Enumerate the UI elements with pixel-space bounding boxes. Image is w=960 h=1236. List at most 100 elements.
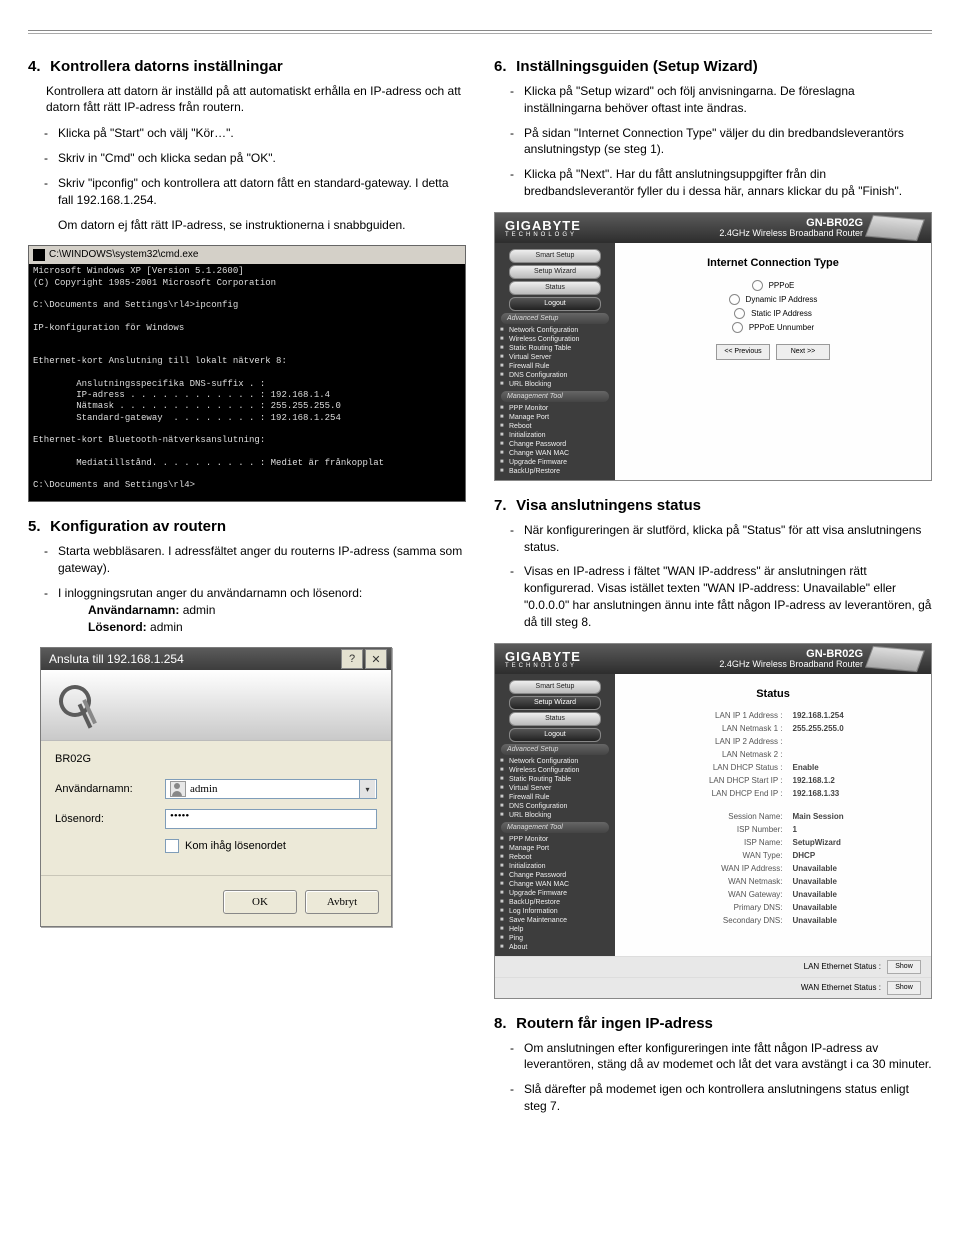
status-val: Unavailable bbox=[789, 863, 920, 874]
side2-logout[interactable]: Logout bbox=[509, 728, 601, 742]
sidebar-item[interactable]: About bbox=[495, 943, 615, 952]
sidebar-item[interactable]: Upgrade Firmware bbox=[495, 458, 615, 467]
section-6-title: Inställningsguiden (Setup Wizard) bbox=[516, 58, 758, 75]
status-val: Unavailable bbox=[789, 902, 920, 913]
wan-show-button[interactable]: Show bbox=[887, 981, 921, 995]
status-key: Primary DNS: bbox=[627, 902, 787, 913]
router-sidebar: Smart Setup Setup Wizard Status Logout A… bbox=[495, 243, 615, 480]
sidebar-item[interactable]: DNS Configuration bbox=[495, 371, 615, 380]
status-row: LAN DHCP Status :Enable bbox=[627, 762, 919, 773]
top-divider bbox=[28, 30, 932, 34]
sidebar-item[interactable]: Network Configuration bbox=[495, 326, 615, 335]
section-4-title: Kontrollera datorns inställningar bbox=[50, 58, 283, 75]
section-4-number: 4. bbox=[28, 58, 46, 75]
next-button[interactable]: Next >> bbox=[776, 344, 830, 360]
side-setup-wizard[interactable]: Setup Wizard bbox=[509, 265, 601, 279]
sidebar-item[interactable]: Save Maintenance bbox=[495, 916, 615, 925]
cred-pass-val: admin bbox=[150, 620, 183, 634]
sidebar-item[interactable]: Manage Port bbox=[495, 413, 615, 422]
sidebar-item[interactable]: BackUp/Restore bbox=[495, 898, 615, 907]
prev-button[interactable]: << Previous bbox=[716, 344, 770, 360]
sidebar-item[interactable]: Change WAN MAC bbox=[495, 449, 615, 458]
cmd-titlebar: C:\WINDOWS\system32\cmd.exe bbox=[29, 246, 465, 264]
sec7-item-1: När konfigureringen är slutförd, klicka … bbox=[494, 522, 932, 556]
sidebar-item[interactable]: URL Blocking bbox=[495, 811, 615, 820]
help-button[interactable]: ? bbox=[341, 649, 363, 669]
sidebar-item[interactable]: Help bbox=[495, 925, 615, 934]
sidebar-item[interactable]: Change Password bbox=[495, 871, 615, 880]
sidebar-item[interactable]: Reboot bbox=[495, 422, 615, 431]
router-topbar: GIGABYTE TECHNOLOGY GN-BR02G 2.4GHz Wire… bbox=[495, 213, 931, 243]
remember-row[interactable]: Kom ihåg lösenordet bbox=[165, 839, 377, 853]
sidebar-item[interactable]: PPP Monitor bbox=[495, 835, 615, 844]
sidebar-item[interactable]: Firewall Rule bbox=[495, 362, 615, 371]
section-7-title: Visa anslutningens status bbox=[516, 497, 701, 514]
side-logout[interactable]: Logout bbox=[509, 297, 601, 311]
sidebar-item[interactable]: Wireless Configuration bbox=[495, 335, 615, 344]
pass-label: Lösenord: bbox=[55, 813, 165, 825]
side-status[interactable]: Status bbox=[509, 281, 601, 295]
sidebar-item[interactable]: Network Configuration bbox=[495, 757, 615, 766]
router-brand: GIGABYTE TECHNOLOGY bbox=[505, 218, 581, 238]
sidebar-item[interactable]: Initialization bbox=[495, 862, 615, 871]
password-field[interactable]: ••••• bbox=[165, 809, 377, 829]
sidebar-item[interactable]: DNS Configuration bbox=[495, 802, 615, 811]
sidebar-item[interactable]: BackUp/Restore bbox=[495, 467, 615, 476]
sec4-item-3: Skriv "ipconfig" och kontrollera att dat… bbox=[28, 175, 466, 209]
status-val: 1 bbox=[789, 824, 920, 835]
side-smart-setup[interactable]: Smart Setup bbox=[509, 249, 601, 263]
status-val: Enable bbox=[789, 762, 920, 773]
section-8-title: Routern får ingen IP-adress bbox=[516, 1015, 713, 1032]
status-row: LAN IP 2 Address : bbox=[627, 736, 919, 747]
sidebar-item[interactable]: Wireless Configuration bbox=[495, 766, 615, 775]
keys-icon bbox=[55, 681, 103, 729]
sidebar-item[interactable]: URL Blocking bbox=[495, 380, 615, 389]
sidebar-item[interactable]: Upgrade Firmware bbox=[495, 889, 615, 898]
section-4-heading: 4. Kontrollera datorns inställningar bbox=[28, 58, 466, 75]
two-column-layout: 4. Kontrollera datorns inställningar Kon… bbox=[28, 52, 932, 1127]
close-button[interactable]: ✕ bbox=[365, 649, 387, 669]
sidebar-item[interactable]: Reboot bbox=[495, 853, 615, 862]
router-model-2: GN-BR02G 2.4GHz Wireless Broadband Route… bbox=[719, 648, 863, 670]
ict-radio-option[interactable]: Dynamic IP Address bbox=[673, 294, 873, 305]
dialog-divider bbox=[41, 875, 391, 876]
sidebar-item[interactable]: PPP Monitor bbox=[495, 404, 615, 413]
status-table: LAN IP 1 Address :192.168.1.254LAN Netma… bbox=[625, 708, 921, 928]
sidebar-item[interactable]: Static Routing Table bbox=[495, 775, 615, 784]
sidebar-item[interactable]: Ping bbox=[495, 934, 615, 943]
ok-button[interactable]: OK bbox=[223, 890, 297, 914]
sec4-item-2: Skriv in "Cmd" och klicka sedan på "OK". bbox=[28, 150, 466, 167]
username-field[interactable]: admin ▾ bbox=[165, 779, 377, 799]
cred-pass-label: Lösenord: bbox=[88, 620, 147, 634]
sidebar-item[interactable]: Log Information bbox=[495, 907, 615, 916]
status-key: WAN Type: bbox=[627, 850, 787, 861]
sidebar-item[interactable]: Virtual Server bbox=[495, 353, 615, 362]
sidebar-item[interactable]: Manage Port bbox=[495, 844, 615, 853]
sidebar-item[interactable]: Static Routing Table bbox=[495, 344, 615, 353]
sidebar-item[interactable]: Firewall Rule bbox=[495, 793, 615, 802]
ict-radio-option[interactable]: Static IP Address bbox=[673, 308, 873, 319]
router-device-icon-2 bbox=[865, 645, 925, 671]
side2-status[interactable]: Status bbox=[509, 712, 601, 726]
sidebar-item[interactable]: Change Password bbox=[495, 440, 615, 449]
cancel-button[interactable]: Avbryt bbox=[305, 890, 379, 914]
chevron-down-icon[interactable]: ▾ bbox=[359, 780, 375, 798]
sidebar-item[interactable]: Change WAN MAC bbox=[495, 880, 615, 889]
status-row: ISP Number:1 bbox=[627, 824, 919, 835]
checkbox-icon[interactable] bbox=[165, 839, 179, 853]
ict-radio-option[interactable]: PPPoE Unnumber bbox=[673, 322, 873, 333]
sec5-item-2: I inloggningsrutan anger du användarnamn… bbox=[28, 585, 466, 635]
cmd-icon bbox=[33, 249, 45, 261]
sidebar-item[interactable]: Virtual Server bbox=[495, 784, 615, 793]
lan-show-button[interactable]: Show bbox=[887, 960, 921, 974]
cmd-title: C:\WINDOWS\system32\cmd.exe bbox=[49, 249, 198, 262]
radio-icon bbox=[734, 308, 745, 319]
sec4-item-4: Om datorn ej fått rätt IP-adress, se ins… bbox=[28, 217, 466, 234]
sidebar-item[interactable]: Initialization bbox=[495, 431, 615, 440]
ict-radio-option[interactable]: PPPoE bbox=[673, 280, 873, 291]
side2-setup-wizard[interactable]: Setup Wizard bbox=[509, 696, 601, 710]
status-val: Unavailable bbox=[789, 889, 920, 900]
side2-smart-setup[interactable]: Smart Setup bbox=[509, 680, 601, 694]
user-row: Användarnamn: admin ▾ bbox=[55, 779, 377, 799]
status-key: LAN DHCP End IP : bbox=[627, 788, 787, 799]
